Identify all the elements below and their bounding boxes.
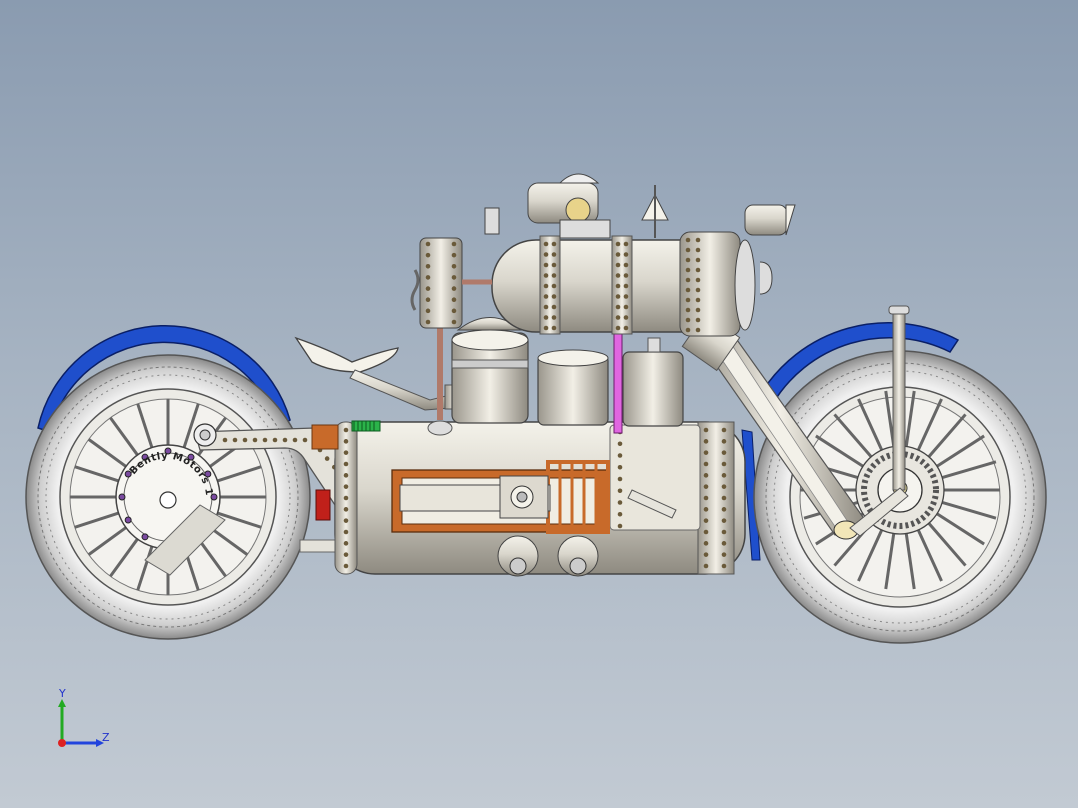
graphics-viewport[interactable]: Bently Motors 1882 — [0, 0, 1078, 808]
x-axis-dot — [58, 739, 66, 747]
steam-motorcycle-model[interactable]: Bently Motors 1882 — [0, 0, 1078, 808]
rear-wheel[interactable]: Bently Motors 1882 — [0, 0, 311, 640]
upper-steam-tank — [410, 173, 796, 337]
y-axis-label: Y — [59, 687, 66, 700]
z-axis-label: Z — [102, 731, 110, 744]
green-coil — [351, 420, 381, 432]
main-boiler — [311, 420, 746, 577]
